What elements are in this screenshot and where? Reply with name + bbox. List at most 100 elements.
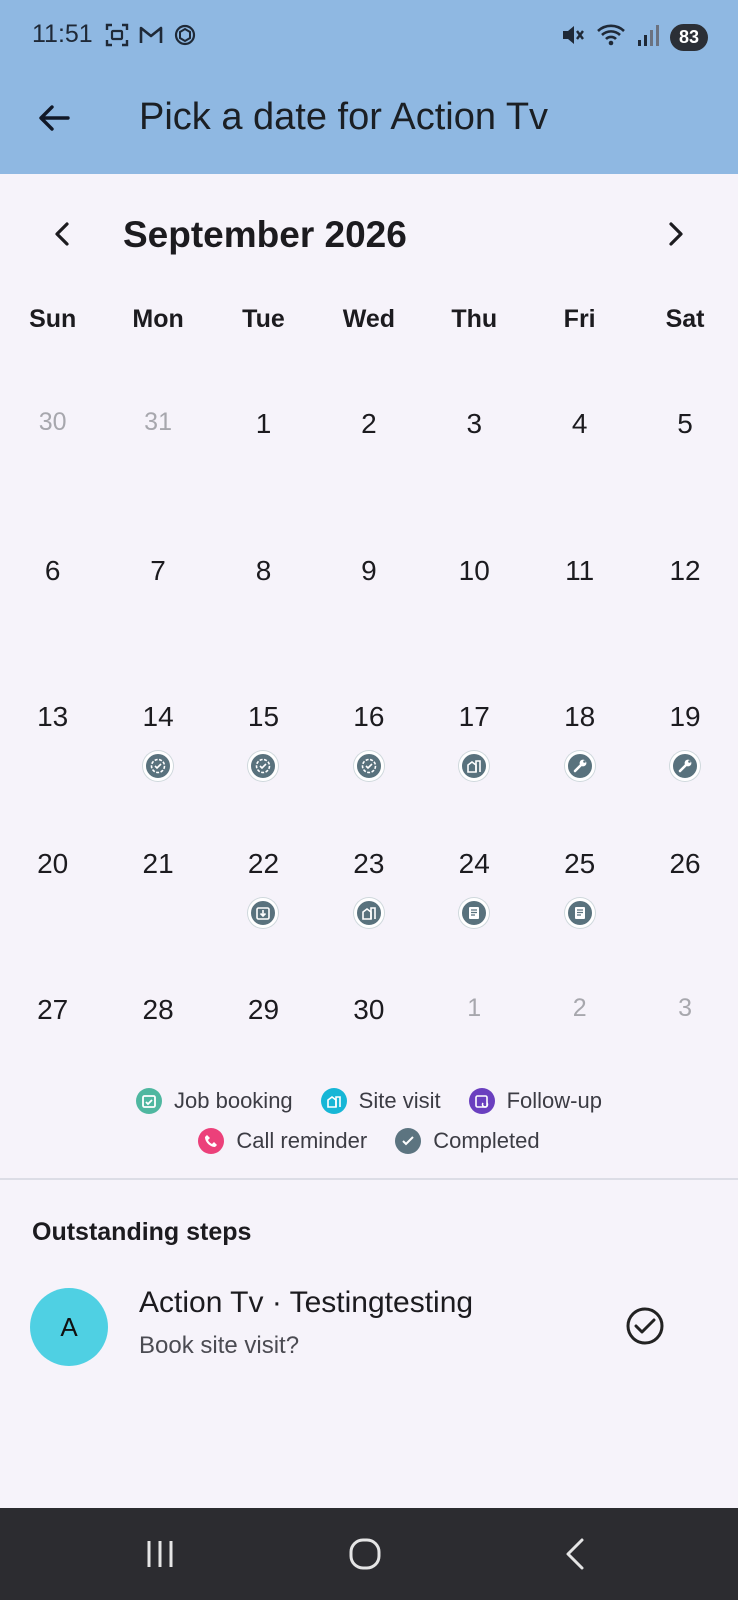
system-back-icon bbox=[566, 1538, 584, 1570]
gmail-icon bbox=[138, 22, 164, 53]
legend-row: Job booking Site visit Follow-up bbox=[0, 1088, 738, 1114]
day-number: 2 bbox=[361, 408, 377, 439]
section-divider bbox=[0, 1178, 738, 1180]
day-number: 10 bbox=[458, 554, 490, 586]
day-number: 17 bbox=[458, 701, 490, 732]
weekday-header: Sun Mon Tue Wed Thu Fri Sat bbox=[0, 305, 738, 334]
calendar-day-cell[interactable]: 8 bbox=[211, 527, 316, 674]
day-number: 27 bbox=[37, 994, 69, 1025]
calendar-day-cell[interactable]: 20 bbox=[0, 820, 105, 967]
weekday-label: Tue bbox=[242, 305, 285, 333]
chevron-left-icon bbox=[55, 222, 69, 246]
calendar-day-cell[interactable]: 1 bbox=[211, 380, 316, 527]
day-number: 28 bbox=[142, 994, 174, 1025]
calendar-day-cell[interactable]: 24 bbox=[422, 820, 527, 967]
previous-month-button[interactable] bbox=[40, 212, 84, 256]
completed-icon bbox=[143, 751, 174, 781]
day-number: 14 bbox=[142, 701, 174, 732]
day-number: 15 bbox=[247, 701, 280, 732]
day-number: 22 bbox=[247, 847, 280, 879]
legend-item-job-booking: Job booking bbox=[136, 1088, 293, 1114]
calendar-day-cell[interactable]: 12 bbox=[632, 527, 737, 674]
day-number: 30 bbox=[38, 408, 67, 436]
day-number: 3 bbox=[466, 408, 483, 439]
day-number: 25 bbox=[564, 847, 596, 879]
status-time: 11:51 bbox=[32, 20, 93, 48]
complete-step-button[interactable] bbox=[621, 1302, 669, 1350]
status-icons-left bbox=[104, 22, 198, 53]
day-number: 24 bbox=[458, 847, 490, 879]
day-number: 5 bbox=[677, 408, 693, 439]
wrench-icon bbox=[670, 751, 701, 781]
document-icon bbox=[564, 897, 595, 928]
check-icon bbox=[395, 1128, 422, 1154]
status-bar: 11:51 83 bbox=[0, 0, 738, 72]
legend-row: Call reminder Completed bbox=[0, 1128, 738, 1154]
outstanding-steps-title: Outstanding steps bbox=[32, 1218, 252, 1246]
day-number: 19 bbox=[669, 701, 701, 732]
follow-up-icon bbox=[468, 1088, 495, 1114]
back-button[interactable] bbox=[28, 92, 80, 144]
step-subtitle: Book site visit? bbox=[139, 1332, 300, 1359]
arrow-left-icon bbox=[39, 105, 70, 131]
day-number: 26 bbox=[669, 847, 701, 879]
legend-label: Job booking bbox=[174, 1088, 293, 1113]
calendar-day-cell[interactable]: 10 bbox=[422, 527, 527, 674]
day-number: 23 bbox=[353, 847, 385, 879]
calendar-day-cell[interactable]: 30 bbox=[0, 380, 105, 527]
calendar-day-cell[interactable]: 11 bbox=[527, 527, 632, 674]
calendar-day-cell[interactable]: 9 bbox=[316, 527, 421, 674]
calendar-day-cell[interactable]: 7 bbox=[105, 527, 210, 674]
calendar-day-cell[interactable]: 3 bbox=[422, 380, 527, 527]
month-header: September 2026 bbox=[0, 200, 738, 270]
day-number: 31 bbox=[144, 408, 172, 436]
signal-icon bbox=[636, 22, 660, 53]
download-box-icon bbox=[248, 897, 279, 928]
wifi-icon bbox=[596, 22, 626, 53]
calendar-day-cell[interactable]: 2 bbox=[316, 380, 421, 527]
calendar-day-cell[interactable]: 25 bbox=[527, 820, 632, 967]
app-bar: Pick a date for Action Tv bbox=[0, 72, 738, 174]
legend-label: Call reminder bbox=[236, 1128, 368, 1153]
calendar-day-cell[interactable]: 15 bbox=[211, 673, 316, 820]
recent-apps-button[interactable] bbox=[140, 1538, 180, 1570]
calendar-day-cell[interactable]: 21 bbox=[105, 820, 210, 967]
completed-icon bbox=[248, 751, 279, 781]
day-number: 11 bbox=[565, 554, 595, 586]
legend-item-site-visit: Site visit bbox=[320, 1088, 441, 1114]
outstanding-step-item[interactable]: A Action Tv · Testingtesting Book site v… bbox=[0, 1280, 738, 1380]
day-number: 30 bbox=[353, 994, 385, 1025]
day-number: 20 bbox=[37, 847, 69, 879]
month-title: September 2026 bbox=[123, 214, 407, 255]
home-button[interactable] bbox=[345, 1534, 385, 1574]
recent-apps-icon bbox=[147, 1541, 173, 1567]
calendar-day-cell[interactable]: 22 bbox=[211, 820, 316, 967]
calendar-day-cell[interactable]: 17 bbox=[422, 673, 527, 820]
status-icons-right: 83 bbox=[560, 22, 708, 53]
calendar-day-cell[interactable]: 26 bbox=[632, 820, 737, 967]
calendar-day-cell[interactable]: 14 bbox=[105, 673, 210, 820]
legend-label: Site visit bbox=[358, 1088, 441, 1113]
weekday-label: Mon bbox=[132, 305, 184, 333]
next-month-button[interactable] bbox=[654, 212, 698, 256]
calendar-day-cell[interactable]: 16 bbox=[316, 673, 421, 820]
avatar: A bbox=[30, 1288, 108, 1366]
calendar-day-cell[interactable]: 5 bbox=[632, 380, 737, 527]
site-visit-icon bbox=[320, 1088, 347, 1114]
calendar-day-cell[interactable]: 19 bbox=[632, 673, 737, 820]
calendar-day-cell[interactable]: 23 bbox=[316, 820, 421, 967]
calendar-day-cell[interactable]: 6 bbox=[0, 527, 105, 674]
event-legend: Job booking Site visit Follow-up Call re… bbox=[0, 1088, 738, 1168]
day-number: 16 bbox=[353, 701, 385, 732]
openai-icon bbox=[172, 22, 198, 53]
calendar-day-cell[interactable]: 4 bbox=[527, 380, 632, 527]
day-number: 21 bbox=[142, 847, 174, 879]
phone-icon bbox=[198, 1128, 225, 1154]
calendar-day-cell[interactable]: 18 bbox=[527, 673, 632, 820]
system-back-button[interactable] bbox=[555, 1534, 595, 1574]
mute-icon bbox=[560, 22, 586, 53]
day-number: 6 bbox=[44, 554, 61, 586]
legend-item-follow-up: Follow-up bbox=[468, 1088, 602, 1114]
calendar-day-cell[interactable]: 13 bbox=[0, 673, 105, 820]
calendar-day-cell[interactable]: 31 bbox=[105, 380, 210, 527]
